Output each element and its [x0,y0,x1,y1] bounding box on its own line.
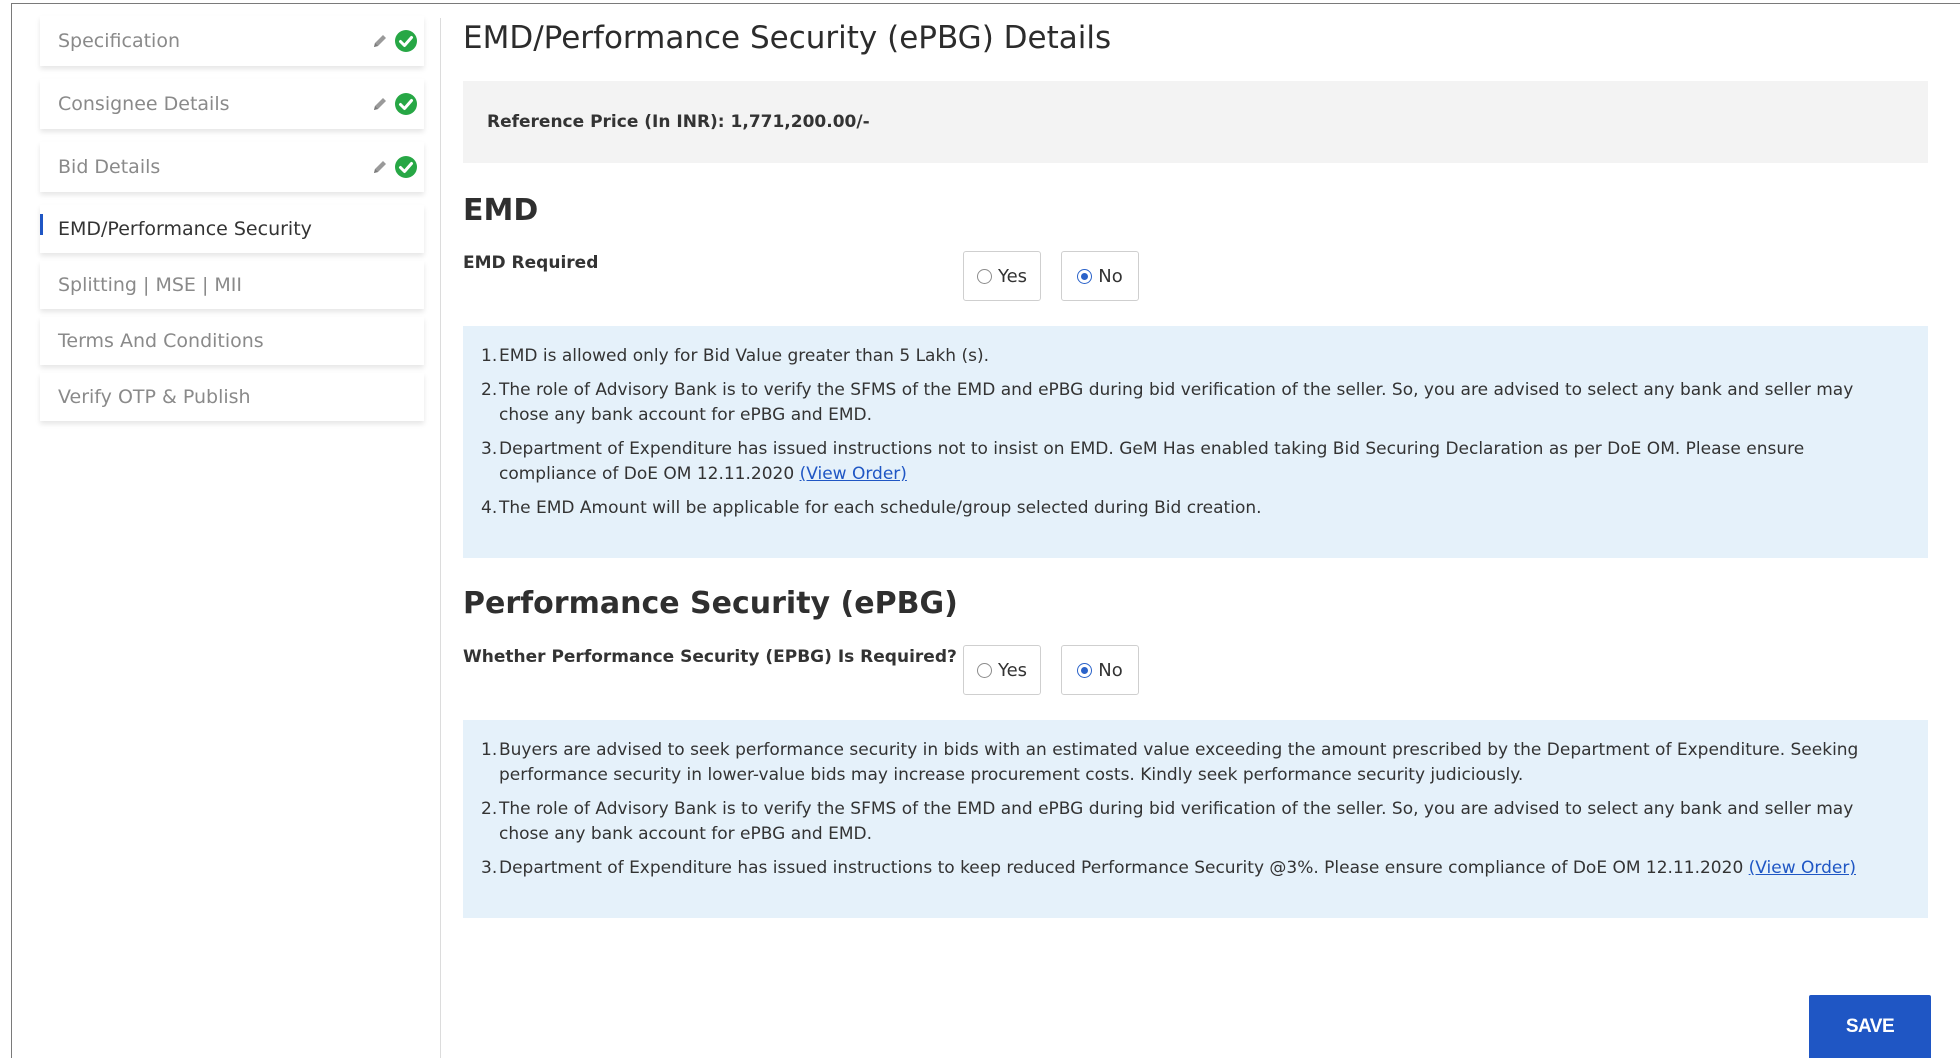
epbg-yes-option[interactable]: Yes [963,645,1041,695]
view-order-link[interactable]: (View Order) [1749,858,1856,878]
sidebar-step-label: EMD/Performance Security [58,218,312,240]
note-number: 2. [481,380,498,400]
list-item: 1. Buyers are advised to seek performanc… [481,738,1898,788]
sidebar-step-label: Specification [58,30,180,52]
emd-yes-option[interactable]: Yes [963,251,1041,301]
epbg-no-option[interactable]: No [1061,645,1139,695]
check-circle-icon [395,156,417,178]
list-item: 3. Department of Expenditure has issued … [481,437,1898,487]
note-text: The role of Advisory Bank is to verify t… [499,380,1854,425]
sidebar-step-consignee-details[interactable]: Consignee Details [40,79,424,129]
sidebar-step-verify-otp-publish[interactable]: Verify OTP & Publish [40,373,424,421]
note-number: 2. [481,799,498,819]
emd-section-heading: EMD [463,193,539,228]
sidebar-step-label: Terms And Conditions [58,330,264,352]
list-item: 1. EMD is allowed only for Bid Value gre… [481,344,1898,369]
bid-creation-steps-sidebar: Specification Consignee Details Bid Deta… [40,16,424,429]
list-item: 3. Department of Expenditure has issued … [481,856,1898,881]
page-title: EMD/Performance Security (ePBG) Details [463,20,1112,56]
emd-info-box: 1. EMD is allowed only for Bid Value gre… [463,326,1928,558]
epbg-section-heading: Performance Security (ePBG) [463,586,958,621]
list-item: 2. The role of Advisory Bank is to verif… [481,378,1898,428]
note-text: The role of Advisory Bank is to verify t… [499,799,1854,844]
note-text-wrap: Department of Expenditure has issued ins… [499,856,1856,881]
emd-required-radio-group: Yes No [963,251,1139,301]
sidebar-step-label: Splitting | MSE | MII [58,274,242,296]
check-circle-icon [395,30,417,52]
note-text: Buyers are advised to seek performance s… [499,740,1859,785]
note-number: 1. [481,346,498,366]
pencil-icon[interactable] [371,32,389,50]
radio-checked-icon [1077,268,1093,284]
epbg-yes-label: Yes [997,659,1028,681]
emd-no-option[interactable]: No [1061,251,1139,301]
step-status-icons [371,29,418,53]
note-number: 3. [481,439,498,459]
reference-price-box: Reference Price (In INR): 1,771,200.00/- [463,81,1928,163]
step-status-icons [371,155,418,179]
step-status-icons [371,92,418,116]
save-button[interactable]: SAVE [1809,995,1931,1058]
emd-no-label: No [1098,265,1123,287]
view-order-link[interactable]: (View Order) [800,464,907,484]
note-text-wrap: Department of Expenditure has issued ins… [499,437,1898,487]
emd-notes-list: 1. EMD is allowed only for Bid Value gre… [481,344,1898,521]
note-text: The EMD Amount will be applicable for ea… [499,498,1262,518]
sidebar-divider [440,18,441,1058]
note-text: EMD is allowed only for Bid Value greate… [499,346,990,366]
sidebar-step-label: Consignee Details [58,93,230,115]
sidebar-step-label: Verify OTP & Publish [58,386,251,408]
radio-checked-icon [1077,662,1093,678]
note-number: 4. [481,498,498,518]
list-item: 2. The role of Advisory Bank is to verif… [481,797,1898,847]
sidebar-step-specification[interactable]: Specification [40,16,424,66]
radio-unchecked-icon [976,268,992,284]
note-number: 3. [481,858,498,878]
epbg-notes-list: 1. Buyers are advised to seek performanc… [481,738,1898,881]
reference-price-text: Reference Price (In INR): 1,771,200.00/- [487,112,870,132]
emd-yes-label: Yes [997,265,1028,287]
sidebar-step-splitting-mse-mii[interactable]: Splitting | MSE | MII [40,261,424,309]
radio-unchecked-icon [976,662,992,678]
active-step-indicator [40,214,43,235]
pencil-icon[interactable] [371,158,389,176]
sidebar-step-label: Bid Details [58,156,161,178]
note-text: Department of Expenditure has issued ins… [499,439,1805,484]
epbg-required-label: Whether Performance Security (EPBG) Is R… [463,647,957,667]
epbg-required-radio-group: Yes No [963,645,1139,695]
note-text: Department of Expenditure has issued ins… [499,858,1744,878]
epbg-info-box: 1. Buyers are advised to seek performanc… [463,720,1928,918]
sidebar-step-emd-performance-security[interactable]: EMD/Performance Security [40,205,424,253]
sidebar-step-terms-and-conditions[interactable]: Terms And Conditions [40,317,424,365]
epbg-no-label: No [1098,659,1123,681]
note-number: 1. [481,740,498,760]
emd-required-label: EMD Required [463,253,599,273]
sidebar-step-bid-details[interactable]: Bid Details [40,142,424,192]
check-circle-icon [395,93,417,115]
list-item: 4. The EMD Amount will be applicable for… [481,496,1898,521]
pencil-icon[interactable] [371,95,389,113]
